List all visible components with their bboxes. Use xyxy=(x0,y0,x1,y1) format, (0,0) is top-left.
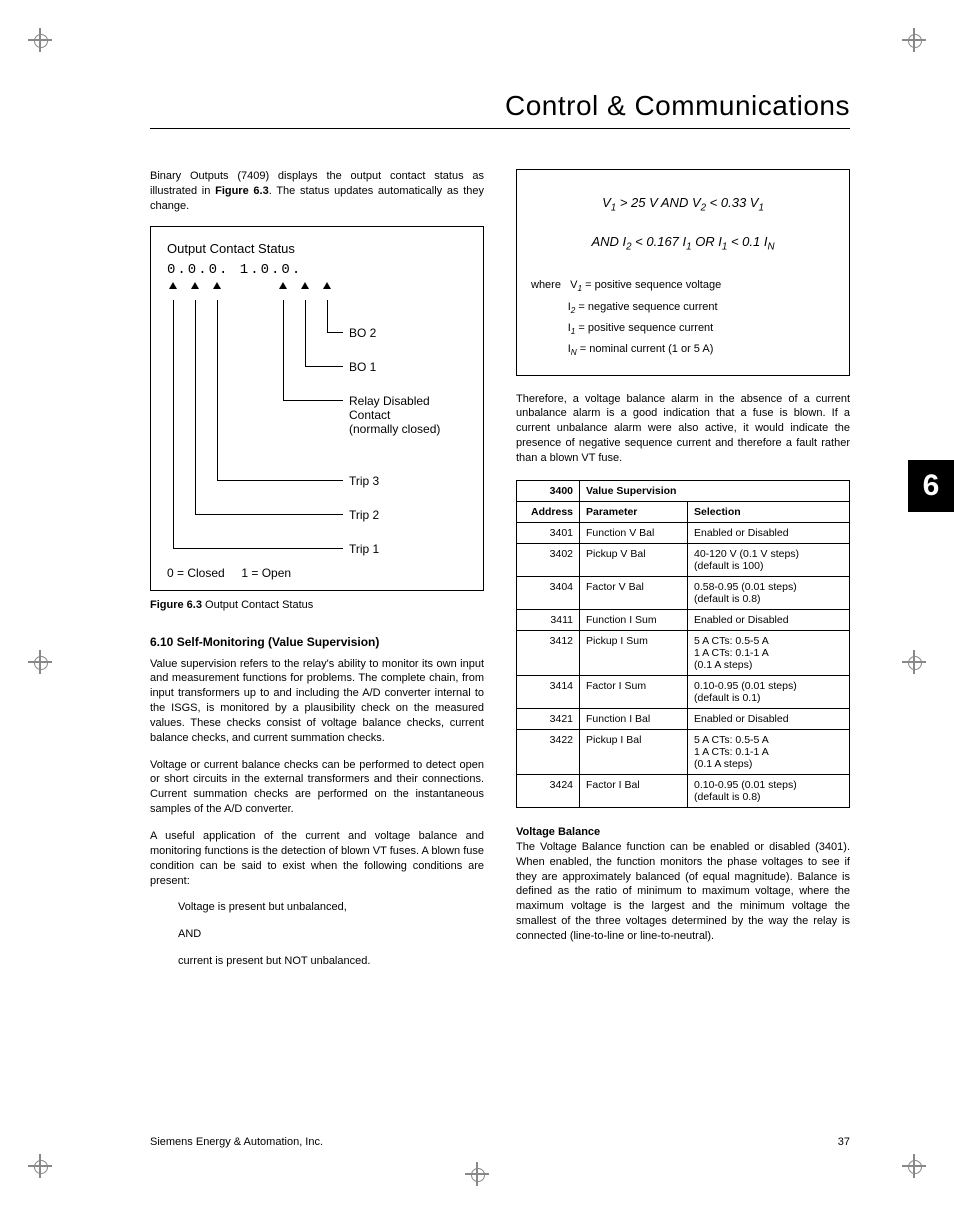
header-rule xyxy=(150,128,850,129)
label-trip3: Trip 3 xyxy=(349,474,379,488)
cell-selection: 0.10-0.95 (0.01 steps) (default is 0.1) xyxy=(688,675,850,708)
cell-parameter: Function I Bal xyxy=(580,708,688,729)
formula-line-1: V1 > 25 V AND V2 < 0.33 V1 xyxy=(531,194,835,215)
cell-selection: 5 A CTs: 0.5-5 A 1 A CTs: 0.1-1 A (0.1 A… xyxy=(688,729,850,774)
label-relay: Relay Disabled Contact (normally closed) xyxy=(349,394,440,437)
crop-mark xyxy=(28,650,52,674)
page-title: Control & Communications xyxy=(150,90,850,122)
cell-parameter: Pickup I Bal xyxy=(580,729,688,774)
cell-selection: Enabled or Disabled xyxy=(688,609,850,630)
cell-address: 3404 xyxy=(517,576,580,609)
crop-mark xyxy=(902,1154,926,1178)
cell-address: 3424 xyxy=(517,774,580,807)
cell-parameter: Factor I Bal xyxy=(580,774,688,807)
formula-line-2: AND I2 < 0.167 I1 OR I1 < 0.1 IN xyxy=(531,233,835,254)
value-supervision-table: 3400 Value Supervision Address Parameter… xyxy=(516,480,850,808)
arrow-row xyxy=(167,282,467,298)
table-row: 3422Pickup I Bal5 A CTs: 0.5-5 A 1 A CTs… xyxy=(517,729,850,774)
condition-line: current is present but NOT unbalanced. xyxy=(178,954,484,969)
chapter-tab: 6 xyxy=(908,460,954,512)
crop-mark xyxy=(28,28,52,52)
body-paragraph: Therefore, a voltage balance alarm in th… xyxy=(516,392,850,466)
cell-parameter: Factor V Bal xyxy=(580,576,688,609)
label-bo2: BO 2 xyxy=(349,326,376,340)
cell-parameter: Pickup I Sum xyxy=(580,630,688,675)
figure-caption: Figure 6.3 Output Contact Status xyxy=(150,599,484,611)
table-row: 3421Function I BalEnabled or Disabled xyxy=(517,708,850,729)
formula-box: V1 > 25 V AND V2 < 0.33 V1 AND I2 < 0.16… xyxy=(516,169,850,376)
crop-mark xyxy=(465,1162,489,1186)
label-trip2: Trip 2 xyxy=(349,508,379,522)
condition-line: Voltage is present but unbalanced, xyxy=(178,900,484,915)
leader-lines: BO 2 BO 1 Relay Disabled Contact (normal… xyxy=(167,300,467,560)
figure-title: Output Contact Status xyxy=(167,241,467,256)
cell-parameter: Pickup V Bal xyxy=(580,543,688,576)
cell-selection: 40-120 V (0.1 V steps) (default is 100) xyxy=(688,543,850,576)
crop-mark xyxy=(28,1154,52,1178)
table-row: 3411Function I SumEnabled or Disabled xyxy=(517,609,850,630)
cell-address: 3421 xyxy=(517,708,580,729)
subsection-heading: Voltage Balance xyxy=(516,826,850,838)
cell-address: 3414 xyxy=(517,675,580,708)
table-header-group: 3400 xyxy=(517,480,580,501)
condition-line: AND xyxy=(178,927,484,942)
label-trip1: Trip 1 xyxy=(349,542,379,556)
table-row: 3412Pickup I Sum5 A CTs: 0.5-5 A 1 A CTs… xyxy=(517,630,850,675)
left-column: Binary Outputs (7409) displays the outpu… xyxy=(150,169,484,981)
body-paragraph: A useful application of the current and … xyxy=(150,829,484,888)
cell-address: 3401 xyxy=(517,522,580,543)
table-row: 3404Factor V Bal0.58-0.95 (0.01 steps) (… xyxy=(517,576,850,609)
body-paragraph: The Voltage Balance function can be enab… xyxy=(516,840,850,944)
cell-address: 3402 xyxy=(517,543,580,576)
body-paragraph: Voltage or current balance checks can be… xyxy=(150,758,484,817)
cell-address: 3422 xyxy=(517,729,580,774)
caption-text: Output Contact Status xyxy=(202,599,313,611)
body-paragraph: Value supervision refers to the relay's … xyxy=(150,657,484,746)
caption-label: Figure 6.3 xyxy=(150,599,202,611)
figure-box: Output Contact Status 0.0.0. 1.0.0. xyxy=(150,226,484,591)
footer-company: Siemens Energy & Automation, Inc. xyxy=(150,1136,323,1148)
page-footer: Siemens Energy & Automation, Inc. 37 xyxy=(150,1136,850,1148)
intro-paragraph: Binary Outputs (7409) displays the outpu… xyxy=(150,169,484,214)
cell-parameter: Factor I Sum xyxy=(580,675,688,708)
cell-address: 3412 xyxy=(517,630,580,675)
section-heading: 6.10 Self-Monitoring (Value Supervision) xyxy=(150,635,484,649)
figure-ref: Figure 6.3 xyxy=(215,185,269,197)
cell-parameter: Function V Bal xyxy=(580,522,688,543)
lcd-readout: 0.0.0. 1.0.0. xyxy=(167,262,467,278)
cell-selection: Enabled or Disabled xyxy=(688,522,850,543)
label-bo1: BO 1 xyxy=(349,360,376,374)
table-row: 3424Factor I Bal0.10-0.95 (0.01 steps) (… xyxy=(517,774,850,807)
crop-mark xyxy=(902,650,926,674)
crop-mark xyxy=(902,28,926,52)
table-row: 3402Pickup V Bal40-120 V (0.1 V steps) (… xyxy=(517,543,850,576)
table-row: 3414Factor I Sum0.10-0.95 (0.01 steps) (… xyxy=(517,675,850,708)
cell-selection: Enabled or Disabled xyxy=(688,708,850,729)
table-header-title: Value Supervision xyxy=(580,480,850,501)
cell-address: 3411 xyxy=(517,609,580,630)
table-col-address: Address xyxy=(517,501,580,522)
condition-block: Voltage is present but unbalanced, AND c… xyxy=(178,900,484,969)
formula-where: where V1 = positive sequence voltage I2 … xyxy=(531,276,835,360)
cell-selection: 5 A CTs: 0.5-5 A 1 A CTs: 0.1-1 A (0.1 A… xyxy=(688,630,850,675)
cell-selection: 0.58-0.95 (0.01 steps) (default is 0.8) xyxy=(688,576,850,609)
cell-parameter: Function I Sum xyxy=(580,609,688,630)
right-column: V1 > 25 V AND V2 < 0.33 V1 AND I2 < 0.16… xyxy=(516,169,850,981)
table-col-parameter: Parameter xyxy=(580,501,688,522)
table-col-selection: Selection xyxy=(688,501,850,522)
footer-page-number: 37 xyxy=(838,1136,850,1148)
cell-selection: 0.10-0.95 (0.01 steps) (default is 0.8) xyxy=(688,774,850,807)
table-row: 3401Function V BalEnabled or Disabled xyxy=(517,522,850,543)
figure-legend: 0 = Closed 1 = Open xyxy=(167,566,467,580)
